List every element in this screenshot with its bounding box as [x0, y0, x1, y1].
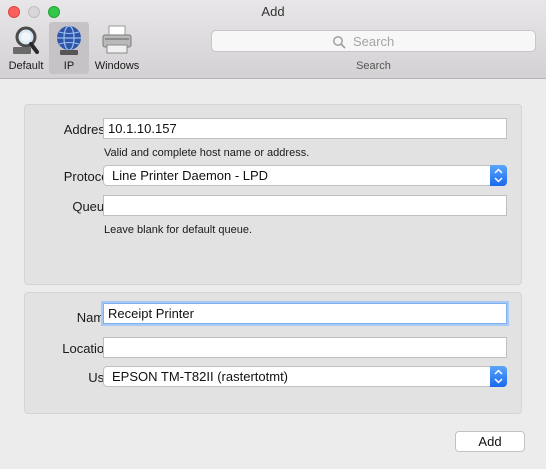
globe-icon	[57, 25, 81, 55]
add-printer-window: Add Default IP Windows Search Search Add…	[0, 0, 546, 469]
name-field[interactable]: Receipt Printer	[103, 303, 507, 324]
location-label: Location:	[62, 341, 115, 356]
protocol-label: Protocol:	[63, 169, 115, 184]
search-icon	[333, 36, 346, 49]
toolbar-windows-button[interactable]: Windows	[92, 22, 142, 74]
magnifier-icon	[13, 26, 39, 54]
toolbar-ip-label: IP	[63, 60, 75, 72]
toolbar-ip-button[interactable]: IP	[49, 22, 89, 74]
add-button[interactable]: Add	[455, 431, 525, 452]
location-field[interactable]	[103, 337, 507, 358]
protocol-popup[interactable]: Line Printer Daemon - LPD	[103, 165, 507, 186]
toolbar: Add Default IP Windows Search Search	[0, 0, 546, 79]
toolbar-windows-label: Windows	[94, 60, 140, 72]
protocol-value: Line Printer Daemon - LPD	[112, 168, 269, 183]
queue-label: Queue:	[72, 199, 115, 214]
protocol-popup-arrows	[490, 165, 507, 186]
toolbar-default-label: Default	[8, 60, 44, 72]
use-label: Use:	[88, 370, 115, 385]
printer-icon	[102, 25, 132, 54]
updown-arrows-icon	[494, 369, 503, 384]
address-label: Address:	[63, 122, 115, 137]
address-field[interactable]: 10.1.10.157	[103, 118, 507, 139]
search-caption: Search	[356, 60, 391, 72]
search-placeholder: Search	[353, 34, 395, 49]
connection-group: Address: 10.1.10.157 Valid and complete …	[24, 104, 522, 285]
updown-arrows-icon	[494, 168, 503, 183]
use-value: EPSON TM-T82II (rastertotmt)	[112, 369, 289, 384]
use-popup-arrows	[490, 366, 507, 387]
queue-hint: Leave blank for default queue.	[104, 224, 253, 236]
queue-field[interactable]	[103, 195, 507, 216]
toolbar-default-button[interactable]: Default	[6, 22, 46, 74]
window-title: Add	[261, 4, 285, 19]
address-hint: Valid and complete host name or address.	[104, 147, 310, 159]
use-popup[interactable]: EPSON TM-T82II (rastertotmt)	[103, 366, 507, 387]
search-field[interactable]: Search	[211, 30, 536, 52]
name-label: Name:	[76, 310, 115, 325]
printer-details-group: Name: Receipt Printer Location: Use: EPS…	[24, 292, 522, 414]
